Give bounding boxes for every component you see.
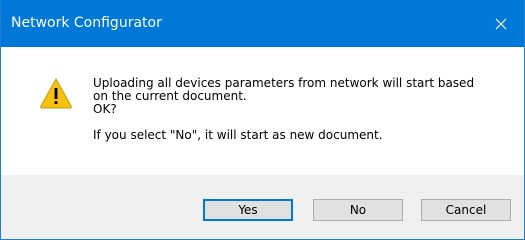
title-bar[interactable]: Network Configurator — [1, 0, 524, 47]
cancel-button[interactable]: Cancel — [421, 199, 511, 221]
close-icon — [495, 18, 507, 30]
message-text: Uploading all devices parameters from ne… — [93, 77, 513, 142]
message-line-4: If you select "No", it will start as new… — [93, 128, 383, 142]
message-line-3: OK? — [93, 102, 117, 116]
dialog-content: Uploading all devices parameters from ne… — [1, 47, 524, 175]
close-button[interactable] — [478, 0, 524, 47]
window-title: Network Configurator — [11, 15, 162, 31]
no-button[interactable]: No — [313, 199, 403, 221]
yes-button[interactable]: Yes — [203, 199, 293, 221]
warning-icon — [39, 77, 73, 109]
message-line-2: on the current document. — [93, 89, 247, 103]
button-bar: Yes No Cancel — [1, 175, 524, 239]
message-dialog: Network Configurator Uploading all devic… — [0, 0, 525, 240]
